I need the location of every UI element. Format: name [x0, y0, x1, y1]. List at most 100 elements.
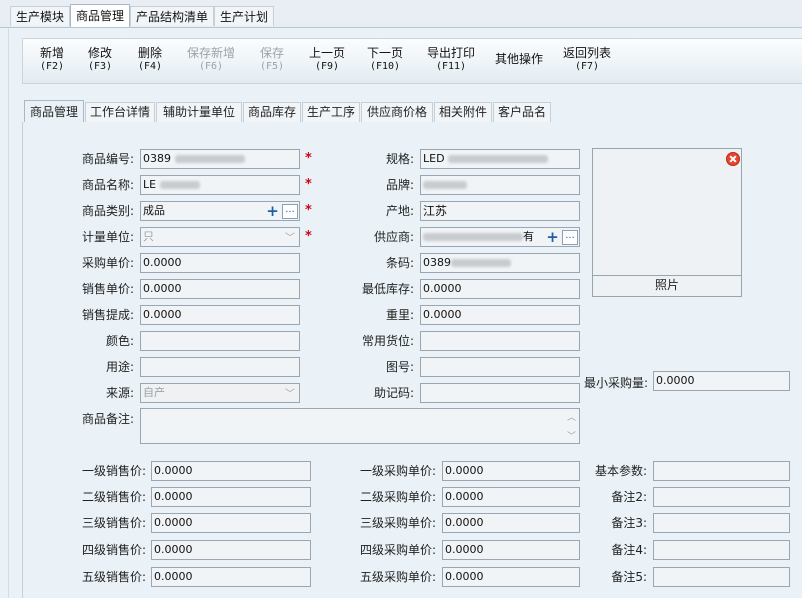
source-select[interactable]: 自产 ﹀: [140, 383, 300, 403]
edit-button[interactable]: 修改 (F3): [85, 47, 115, 73]
save-button[interactable]: 保存 (F5): [257, 47, 287, 73]
min-stock-input[interactable]: 0.0000: [420, 279, 580, 299]
brand-input[interactable]: [420, 175, 580, 195]
add-category-icon[interactable]: +: [265, 204, 280, 219]
origin-input[interactable]: 江苏: [420, 201, 580, 221]
drawing-label: 图号:: [385, 360, 414, 374]
required-marker: *: [305, 177, 312, 192]
tab-workbench-detail[interactable]: 工作台详情: [85, 102, 155, 122]
purchase-level-1-label: 一级采购单价:: [359, 464, 436, 478]
sale-level-3-label: 三级销售价:: [81, 516, 146, 530]
tab-customer-name[interactable]: 客户品名: [493, 102, 551, 122]
purchase-level-3-input[interactable]: 0.0000: [442, 513, 580, 533]
left-edge: [0, 28, 9, 598]
sale-level-1-input[interactable]: 0.0000: [151, 461, 311, 481]
chevron-down-icon: ﹀: [285, 233, 295, 244]
color-label: 颜色:: [105, 334, 134, 348]
module-tab-products[interactable]: 商品管理: [70, 4, 131, 27]
sale-price-input[interactable]: 0.0000: [140, 279, 300, 299]
location-label: 常用货位:: [361, 334, 414, 348]
commission-label: 销售提成:: [81, 308, 134, 322]
module-tab-plan[interactable]: 生产计划: [214, 6, 275, 26]
product-name-input[interactable]: LE: [140, 175, 300, 195]
remark-textarea[interactable]: ︿ ﹀: [140, 408, 580, 444]
extra-2-input[interactable]: [653, 487, 790, 507]
sub-tab-bar: 商品管理 工作台详情 辅助计量单位 商品库存 生产工序 供应商价格 相关附件 客…: [22, 100, 802, 123]
required-marker: *: [305, 203, 312, 218]
photo-box[interactable]: 照片: [592, 148, 742, 297]
other-ops-button[interactable]: 其他操作: [493, 53, 545, 66]
usage-input[interactable]: [140, 357, 300, 377]
min-stock-label: 最低库存:: [361, 282, 414, 296]
location-input[interactable]: [420, 331, 580, 351]
color-input[interactable]: [140, 331, 300, 351]
tab-process[interactable]: 生产工序: [302, 102, 360, 122]
unit-select[interactable]: 只 ﹀: [140, 227, 300, 247]
origin-label: 产地:: [385, 204, 414, 218]
drawing-input[interactable]: [420, 357, 580, 377]
add-supplier-icon[interactable]: +: [545, 230, 560, 245]
mnemonic-label: 助记码:: [373, 386, 414, 400]
commission-input[interactable]: 0.0000: [140, 305, 300, 325]
category-input[interactable]: 成品 + ...: [140, 201, 300, 221]
extra-2-label: 备注2:: [611, 490, 647, 504]
browse-category-button[interactable]: ...: [282, 204, 298, 219]
export-print-button[interactable]: 导出打印 (F11): [425, 47, 477, 73]
extra-1-label: 基本参数:: [594, 464, 647, 478]
supplier-input[interactable]: 有 + ...: [420, 227, 580, 247]
purchase-level-5-label: 五级采购单价:: [359, 570, 436, 584]
scroll-down-icon[interactable]: ﹀: [567, 429, 576, 442]
category-label: 商品类别:: [81, 204, 134, 218]
extra-4-input[interactable]: [653, 540, 790, 560]
sale-level-2-input[interactable]: 0.0000: [151, 487, 311, 507]
usage-label: 用途:: [105, 360, 134, 374]
purchase-level-2-input[interactable]: 0.0000: [442, 487, 580, 507]
extra-5-input[interactable]: [653, 567, 790, 587]
browse-supplier-button[interactable]: ...: [562, 230, 578, 245]
scroll-up-icon[interactable]: ︿: [567, 410, 576, 423]
next-page-button[interactable]: 下一页 (F10): [365, 47, 405, 73]
spec-input[interactable]: LED: [420, 149, 580, 169]
extra-1-input[interactable]: [653, 461, 790, 481]
tab-stock[interactable]: 商品库存: [243, 102, 301, 122]
delete-button[interactable]: 删除 (F4): [135, 47, 165, 73]
tab-supplier-price[interactable]: 供应商价格: [361, 102, 433, 122]
remark-label: 商品备注:: [81, 412, 134, 426]
prev-page-button[interactable]: 上一页 (F9): [307, 47, 347, 73]
module-tab-bom[interactable]: 产品结构清单: [130, 6, 215, 26]
product-code-input[interactable]: 0389: [140, 149, 300, 169]
purchase-price-label: 采购单价:: [81, 256, 134, 270]
tab-attachments[interactable]: 相关附件: [434, 102, 492, 122]
extra-5-label: 备注5:: [611, 570, 647, 584]
required-marker: *: [305, 151, 312, 166]
photo-label: 照片: [654, 278, 679, 292]
sale-level-2-label: 二级销售价:: [81, 490, 146, 504]
tab-product-manage[interactable]: 商品管理: [24, 100, 84, 123]
purchase-level-3-label: 三级采购单价:: [359, 516, 436, 530]
barcode-input[interactable]: 0389: [420, 253, 580, 273]
save-new-button[interactable]: 保存新增 (F6): [185, 47, 237, 73]
module-tab-production[interactable]: 生产模块: [10, 6, 71, 26]
purchase-level-4-input[interactable]: 0.0000: [442, 540, 580, 560]
unit-label: 计量单位:: [81, 230, 134, 244]
barcode-label: 条码:: [385, 256, 414, 270]
module-tab-bar: 生产模块 商品管理 产品结构清单 生产计划: [0, 0, 802, 28]
close-icon[interactable]: [726, 152, 740, 166]
weight-input[interactable]: 0.0000: [420, 305, 580, 325]
purchase-level-4-label: 四级采购单价:: [359, 543, 436, 557]
new-button[interactable]: 新增 (F2): [37, 47, 67, 73]
min-purchase-label: 最小采购量:: [584, 376, 649, 390]
purchase-level-5-input[interactable]: 0.0000: [442, 567, 580, 587]
mnemonic-input[interactable]: [420, 383, 580, 403]
chevron-down-icon: ﹀: [285, 389, 295, 400]
sale-level-4-input[interactable]: 0.0000: [151, 540, 311, 560]
purchase-price-input[interactable]: 0.0000: [140, 253, 300, 273]
purchase-level-1-input[interactable]: 0.0000: [442, 461, 580, 481]
sale-level-5-input[interactable]: 0.0000: [151, 567, 311, 587]
extra-3-input[interactable]: [653, 513, 790, 533]
weight-label: 重里:: [385, 308, 414, 322]
sale-level-3-input[interactable]: 0.0000: [151, 513, 311, 533]
tab-aux-unit[interactable]: 辅助计量单位: [156, 102, 242, 122]
back-to-list-button[interactable]: 返回列表 (F7): [561, 47, 613, 73]
min-purchase-input[interactable]: 0.0000: [653, 371, 790, 391]
